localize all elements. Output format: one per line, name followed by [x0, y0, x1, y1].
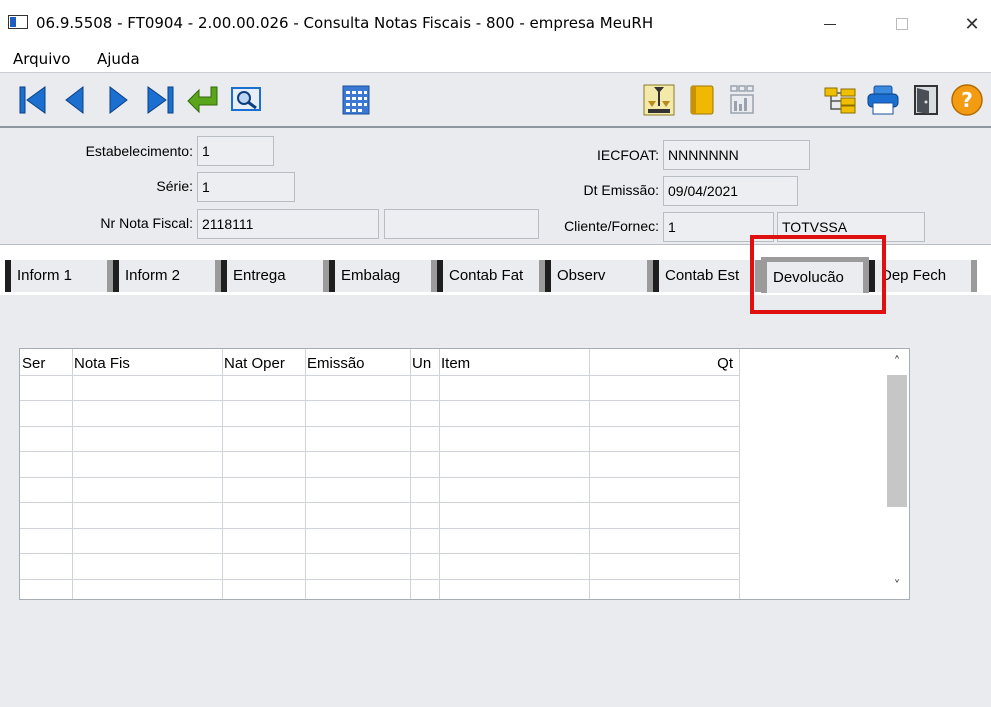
last-record-button[interactable] — [143, 82, 179, 118]
book-icon — [690, 85, 714, 115]
nr-nota-fiscal-field[interactable]: 2118111 — [197, 209, 379, 239]
tab-observ[interactable]: Observ — [545, 260, 653, 292]
grid-col-divider — [410, 349, 411, 599]
grid-vertical-scrollbar[interactable]: ˄ ˅ — [885, 349, 909, 599]
iecfoat-field[interactable]: NNNNNNN — [663, 140, 810, 170]
column-header-nat-oper[interactable]: Nat Oper — [222, 349, 305, 375]
next-record-button[interactable] — [100, 82, 136, 118]
goto-button[interactable] — [185, 82, 221, 118]
next-record-icon — [109, 85, 128, 115]
svg-text:?: ? — [961, 88, 973, 112]
estabelecimento-label: Estabelecimento: — [85, 143, 193, 159]
column-header-qt[interactable]: Qt — [589, 349, 737, 375]
estabelecimento-field[interactable]: 1 — [197, 136, 274, 166]
grid-row-line — [20, 579, 739, 580]
scale-icon — [643, 84, 675, 116]
print-button[interactable] — [865, 82, 901, 118]
header-form: Estabelecimento: 1 Série: 1 Nr Nota Fisc… — [0, 128, 991, 245]
scale-button[interactable] — [641, 82, 677, 118]
grid-col-divider — [305, 349, 306, 599]
menu-ajuda[interactable]: Ajuda — [95, 50, 142, 68]
grid-row-line — [20, 477, 739, 478]
menu-bar: Arquivo Ajuda — [0, 48, 991, 72]
iecfoat-label: IECFOAT: — [597, 147, 659, 163]
serie-label: Série: — [156, 178, 193, 194]
title-bar: 06.9.5508 - FT0904 - 2.00.00.026 - Consu… — [0, 0, 991, 48]
minimize-icon — [824, 23, 836, 25]
search-icon — [231, 87, 261, 111]
last-record-icon — [147, 86, 174, 114]
column-header-item[interactable]: Item — [439, 349, 589, 375]
tab-embalag[interactable]: Embalag — [329, 260, 437, 292]
calendar-button[interactable] — [338, 82, 374, 118]
column-header-un[interactable]: Un — [410, 349, 439, 375]
minimize-button[interactable] — [808, 6, 852, 42]
report-button[interactable] — [724, 82, 760, 118]
nr-nota-fiscal-label: Nr Nota Fiscal: — [100, 215, 193, 231]
chevron-down-icon: ˅ — [893, 578, 901, 594]
grid-row-line — [20, 528, 739, 529]
previous-record-button[interactable] — [57, 82, 93, 118]
first-record-icon — [19, 86, 46, 114]
tree-button[interactable] — [823, 82, 859, 118]
devolucao-grid[interactable]: Ser Nota Fis Nat Oper Emissão Un Item Qt… — [19, 348, 910, 600]
column-header-emissao[interactable]: Emissão — [305, 349, 410, 375]
grid-row-line — [20, 426, 739, 427]
grid-row-line — [20, 451, 739, 452]
toolbar: ? — [0, 72, 991, 128]
menu-arquivo[interactable]: Arquivo — [11, 50, 72, 68]
help-icon: ? — [951, 84, 983, 116]
grid-col-divider — [589, 349, 590, 599]
scroll-thumb[interactable] — [887, 375, 907, 507]
book-button[interactable] — [684, 82, 720, 118]
tab-inform-1[interactable]: Inform 1 — [5, 260, 113, 292]
first-record-button[interactable] — [14, 82, 50, 118]
exit-button[interactable] — [908, 82, 944, 118]
tab-entrega[interactable]: Entrega — [221, 260, 329, 292]
calendar-icon — [342, 85, 370, 115]
grid-row-line — [20, 553, 739, 554]
tree-icon — [824, 87, 856, 114]
maximize-button[interactable] — [880, 6, 924, 42]
app-window-icon — [8, 15, 28, 29]
print-icon — [867, 85, 899, 115]
dt-emissao-label: Dt Emissão: — [583, 182, 659, 198]
grid-row-line — [20, 400, 739, 401]
dt-emissao-field[interactable]: 09/04/2021 — [663, 176, 798, 206]
tab-contab-fat[interactable]: Contab Fat — [437, 260, 545, 292]
exit-door-icon — [914, 85, 938, 115]
serie-field[interactable]: 1 — [197, 172, 295, 202]
search-button[interactable] — [228, 82, 264, 118]
scroll-up-button[interactable]: ˄ — [885, 351, 909, 373]
window-title: 06.9.5508 - FT0904 - 2.00.00.026 - Consu… — [36, 14, 654, 32]
column-header-nota-fis[interactable]: Nota Fis — [72, 349, 222, 375]
tab-inform-2[interactable]: Inform 2 — [113, 260, 221, 292]
previous-record-icon — [65, 85, 84, 115]
grid-row-line — [20, 502, 739, 503]
nr-nota-fiscal-extra-field[interactable] — [384, 209, 539, 239]
grid-col-divider — [222, 349, 223, 599]
goto-icon — [187, 86, 218, 114]
grid-col-divider — [72, 349, 73, 599]
highlight-annotation — [750, 235, 886, 314]
cliente-fornec-label: Cliente/Fornec: — [564, 218, 659, 234]
tab-content-devolucao: Ser Nota Fis Nat Oper Emissão Un Item Qt… — [0, 295, 991, 707]
grid-col-divider — [439, 349, 440, 599]
maximize-icon — [896, 18, 908, 30]
report-icon — [730, 85, 754, 114]
chevron-up-icon: ˄ — [893, 354, 901, 370]
help-button[interactable]: ? — [949, 82, 985, 118]
tab-contab-est[interactable]: Contab Est — [653, 260, 761, 292]
grid-col-divider — [739, 349, 740, 599]
grid-row-line — [20, 375, 739, 376]
scroll-down-button[interactable]: ˅ — [885, 575, 909, 597]
close-button[interactable]: ✕ — [950, 6, 991, 42]
column-header-ser[interactable]: Ser — [20, 349, 72, 375]
close-icon: ✕ — [964, 13, 980, 35]
